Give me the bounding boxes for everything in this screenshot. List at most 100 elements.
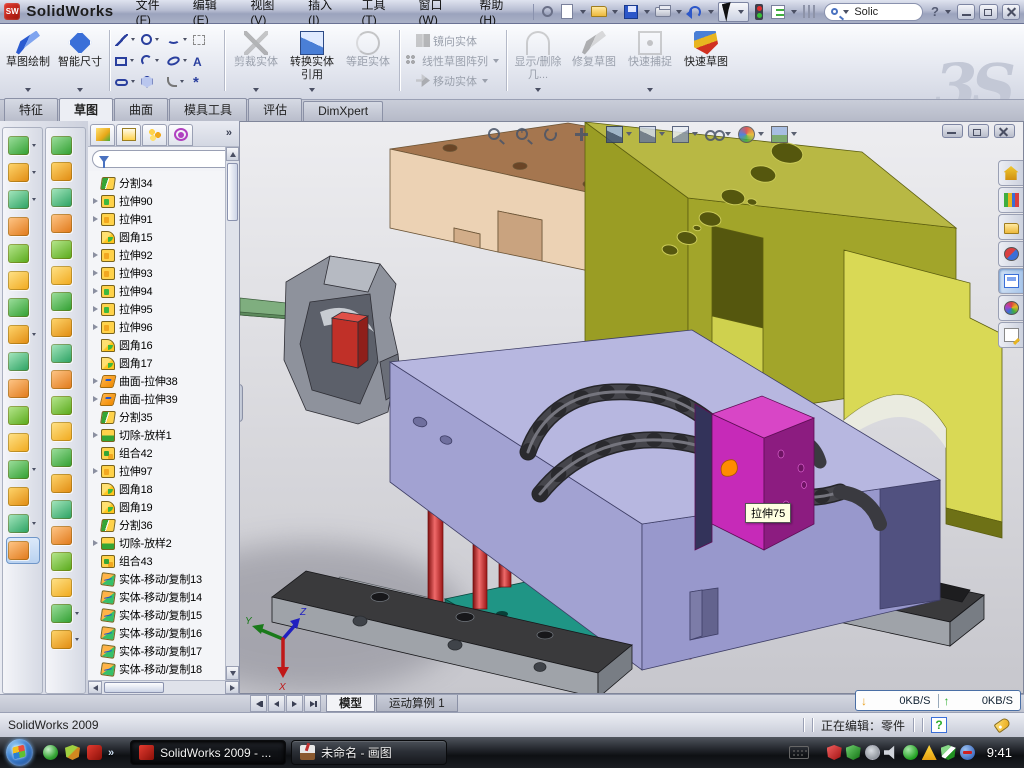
tree-vertical-scrollbar[interactable]: [225, 147, 239, 680]
sketch-entity-dropdown[interactable]: [131, 80, 135, 83]
view-tool-button[interactable]: [516, 128, 539, 140]
toolbar-button[interactable]: [51, 522, 81, 548]
command-button[interactable]: 镜向实体: [414, 32, 492, 50]
toolbar-button[interactable]: [8, 483, 38, 510]
toolbar-button[interactable]: [51, 574, 81, 600]
ribbon-tab[interactable]: DimXpert: [303, 101, 383, 121]
expand-arrow-icon[interactable]: [93, 198, 98, 204]
command-dropdown[interactable]: [25, 88, 31, 92]
toolbar-button[interactable]: [51, 314, 81, 340]
toolbar-button[interactable]: [51, 548, 81, 574]
print-dropdown[interactable]: [676, 10, 682, 14]
tree-item[interactable]: 拉伸91: [90, 210, 239, 228]
sketch-entity-button[interactable]: [141, 50, 167, 71]
panel-tab[interactable]: [168, 124, 193, 146]
graphics-viewport[interactable]: Y Z X: [240, 121, 1024, 694]
toolbar-button[interactable]: [51, 392, 81, 418]
tree-item[interactable]: 实体-移动/复制17: [90, 642, 239, 660]
view-tool-dropdown[interactable]: [791, 132, 797, 136]
toolbar-button[interactable]: [8, 213, 38, 240]
command-button[interactable]: 快速捕捉: [622, 28, 678, 94]
expand-arrow-icon[interactable]: [93, 432, 98, 438]
tray-icon[interactable]: [884, 745, 899, 760]
expand-arrow-icon[interactable]: [93, 324, 98, 330]
sketch-entity-dropdown[interactable]: [130, 59, 134, 62]
tree-item[interactable]: 拉伸94: [90, 282, 239, 300]
sketch-entity-dropdown[interactable]: [183, 59, 187, 62]
print-button[interactable]: [655, 7, 671, 17]
toolbar-button[interactable]: [51, 158, 81, 184]
command-button[interactable]: 移动实体: [414, 72, 492, 90]
taskbar-task-button[interactable]: 未命名 - 画图: [291, 740, 447, 765]
undo-button[interactable]: [689, 6, 701, 18]
expand-arrow-icon[interactable]: [93, 540, 98, 546]
tray-icon[interactable]: [827, 745, 842, 760]
toolbar-button[interactable]: [51, 132, 81, 158]
view-tool-dropdown[interactable]: [692, 132, 698, 136]
options-dropdown[interactable]: [791, 10, 797, 14]
keyboard-layout-icon[interactable]: [789, 746, 809, 759]
tree-item[interactable]: 圆角19: [90, 498, 239, 516]
expand-arrow-icon[interactable]: [93, 306, 98, 312]
toolbar-button[interactable]: [8, 348, 38, 375]
tree-item[interactable]: 实体-移动/复制15: [90, 606, 239, 624]
new-dropdown[interactable]: [580, 10, 586, 14]
view-tool-button[interactable]: [606, 126, 634, 143]
toolbar-button[interactable]: [51, 470, 81, 496]
toolbar-button[interactable]: [51, 236, 81, 262]
help-button[interactable]: ?: [929, 4, 941, 19]
options-button[interactable]: [771, 5, 785, 19]
command-button[interactable]: 草图绘制: [2, 28, 54, 94]
scroll-left-button[interactable]: [88, 681, 102, 694]
select-dropdown[interactable]: [738, 10, 744, 14]
ribbon-tab[interactable]: 草图: [59, 98, 113, 122]
3d-model-canvas[interactable]: Y Z X: [240, 122, 1024, 694]
start-button[interactable]: [6, 739, 33, 766]
tree-item[interactable]: 分割35: [90, 408, 239, 426]
tree-item[interactable]: 曲面-拉伸39: [90, 390, 239, 408]
quick-launch-icon[interactable]: [43, 745, 58, 760]
part-gray-clamp[interactable]: [284, 256, 402, 424]
command-button[interactable]: 线性草图阵列: [403, 52, 503, 70]
expand-arrow-icon[interactable]: [93, 288, 98, 294]
command-dropdown[interactable]: [253, 88, 259, 92]
tree-item[interactable]: 实体-移动/复制18: [90, 660, 239, 678]
toolbar-button[interactable]: [51, 496, 81, 522]
tool-dropdown[interactable]: [75, 638, 79, 641]
view-tool-dropdown[interactable]: [725, 132, 731, 136]
view-tool-dropdown[interactable]: [659, 132, 665, 136]
tree-item[interactable]: 圆角15: [90, 228, 239, 246]
sketch-entity-button[interactable]: [167, 29, 193, 50]
quick-launch-icon[interactable]: [87, 745, 102, 760]
expand-arrow-icon[interactable]: [93, 270, 98, 276]
command-button[interactable]: 修复草图: [566, 28, 622, 94]
command-dropdown[interactable]: [482, 79, 488, 83]
sketch-entity-dropdown[interactable]: [131, 38, 135, 41]
expand-arrow-icon[interactable]: [93, 468, 98, 474]
toolbar-button[interactable]: [51, 444, 81, 470]
tool-dropdown[interactable]: [32, 333, 36, 336]
close-button[interactable]: [1002, 4, 1020, 20]
search-box[interactable]: [824, 3, 923, 21]
command-dropdown[interactable]: [309, 88, 315, 92]
task-pane-tab[interactable]: [998, 295, 1023, 321]
tree-horizontal-scrollbar[interactable]: [88, 680, 239, 694]
command-dropdown[interactable]: [535, 88, 541, 92]
toolbar-button[interactable]: [8, 132, 38, 159]
tree-item[interactable]: 分割36: [90, 516, 239, 534]
scroll-right-button[interactable]: [225, 681, 239, 694]
select-tool-button[interactable]: [718, 2, 749, 22]
sketch-entity-button[interactable]: [193, 29, 219, 50]
view-tool-button[interactable]: [738, 126, 766, 143]
view-tool-button[interactable]: [705, 126, 733, 143]
last-tab-button[interactable]: [304, 695, 321, 712]
doc-close-button[interactable]: [994, 124, 1015, 138]
quick-launch-icon[interactable]: [65, 745, 80, 760]
tree-item[interactable]: 拉伸93: [90, 264, 239, 282]
task-pane-tab[interactable]: [998, 160, 1023, 186]
command-button[interactable]: 等距实体: [340, 28, 396, 94]
toolbar-button[interactable]: [8, 159, 38, 186]
view-tool-button[interactable]: [672, 126, 700, 143]
scroll-down-button[interactable]: [226, 666, 239, 680]
command-button[interactable]: 显示/删除几...: [510, 28, 566, 94]
